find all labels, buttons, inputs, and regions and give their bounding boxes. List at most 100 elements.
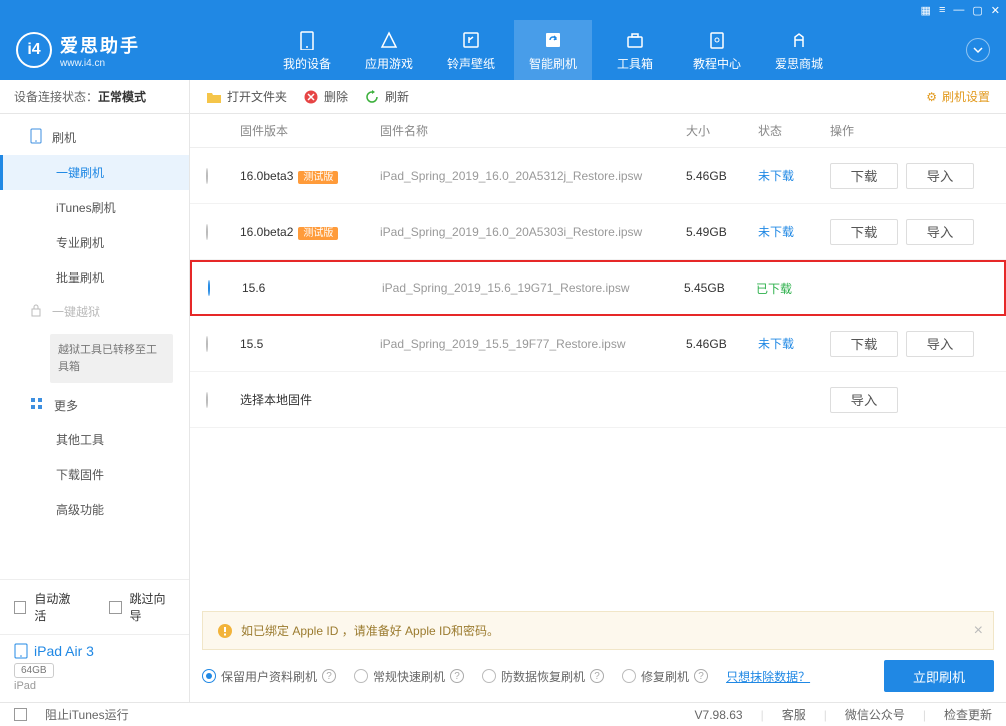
help-icon[interactable]: ?	[694, 669, 708, 683]
window-titlebar: ▦ ≡ — ▢ ✕	[0, 0, 1006, 20]
flash-option[interactable]: 保留用户资料刷机?	[202, 668, 336, 685]
app-logo: i4 爱思助手 www.i4.cn	[16, 32, 140, 69]
firmware-size: 5.45GB	[684, 281, 756, 295]
device-connection-status: 设备连接状态： 正常模式	[0, 80, 189, 114]
titlebar-grid-icon[interactable]: ▦	[921, 4, 931, 17]
more-icon	[30, 397, 44, 414]
nav-icon	[788, 29, 810, 51]
side-item-一键刷机[interactable]: 一键刷机	[0, 155, 189, 190]
tablet-icon	[14, 643, 28, 659]
window-maximize-icon[interactable]: ▢	[972, 4, 982, 17]
block-itunes-checkbox[interactable]	[14, 708, 27, 721]
firmware-row[interactable]: 16.0beta2测试版iPad_Spring_2019_16.0_20A530…	[190, 204, 1006, 260]
firmware-filename: iPad_Spring_2019_15.6_19G71_Restore.ipsw	[382, 281, 684, 295]
import-button[interactable]: 导入	[906, 219, 974, 245]
flash-radio[interactable]	[622, 669, 636, 683]
import-button[interactable]: 导入	[906, 163, 974, 189]
flash-option[interactable]: 防数据恢复刷机?	[482, 668, 604, 685]
col-name: 固件名称	[380, 122, 686, 139]
firmware-version: 选择本地固件	[240, 391, 380, 408]
erase-data-link[interactable]: 只想抹除数据？	[726, 668, 810, 685]
status-bar: 阻止iTunes运行 V7.98.63 | 客服 | 微信公众号 | 检查更新	[0, 702, 1006, 726]
firmware-version: 15.6	[242, 281, 382, 295]
nav-应用游戏[interactable]: 应用游戏	[350, 20, 428, 80]
import-button[interactable]: 导入	[906, 331, 974, 357]
firmware-row[interactable]: 15.6iPad_Spring_2019_15.6_19G71_Restore.…	[190, 260, 1006, 316]
firmware-row[interactable]: 16.0beta3测试版iPad_Spring_2019_16.0_20A531…	[190, 148, 1006, 204]
side-item-专业刷机[interactable]: 专业刷机	[0, 225, 189, 260]
side-item-其他工具[interactable]: 其他工具	[0, 422, 189, 457]
nav-我的设备[interactable]: 我的设备	[268, 20, 346, 80]
status-value: 正常模式	[98, 88, 146, 105]
row-radio[interactable]	[206, 224, 208, 240]
import-button[interactable]: 导入	[830, 387, 898, 413]
flash-radio[interactable]	[202, 669, 216, 683]
flash-radio[interactable]	[482, 669, 496, 683]
nav-icon	[378, 29, 400, 51]
side-group-更多[interactable]: 更多	[0, 389, 189, 422]
nav-爱思商城[interactable]: 爱思商城	[760, 20, 838, 80]
open-folder-button[interactable]: 打开文件夹	[206, 88, 287, 105]
flash-now-button[interactable]: 立即刷机	[884, 660, 994, 692]
download-button[interactable]: 下载	[830, 331, 898, 357]
logo-icon: i4	[16, 32, 52, 68]
flash-option[interactable]: 常规快速刷机?	[354, 668, 464, 685]
flash-radio[interactable]	[354, 669, 368, 683]
side-item-iTunes刷机[interactable]: iTunes刷机	[0, 190, 189, 225]
nav-智能刷机[interactable]: 智能刷机	[514, 20, 592, 80]
nav-工具箱[interactable]: 工具箱	[596, 20, 674, 80]
firmware-status: 未下载	[758, 223, 830, 240]
auto-activate-checkbox[interactable]	[14, 601, 26, 614]
side-item-下载固件[interactable]: 下载固件	[0, 457, 189, 492]
apple-id-notice: 如已绑定 Apple ID ，请准备好 Apple ID和密码。 ×	[202, 611, 994, 650]
nav-教程中心[interactable]: 教程中心	[678, 20, 756, 80]
refresh-button[interactable]: 刷新	[364, 88, 409, 105]
footer-support[interactable]: 客服	[782, 706, 806, 723]
help-icon[interactable]: ?	[450, 669, 464, 683]
nav-icon	[542, 29, 564, 51]
firmware-filename: iPad_Spring_2019_16.0_20A5303i_Restore.i…	[380, 225, 686, 239]
device-capacity: 64GB	[14, 663, 54, 678]
firmware-size: 5.46GB	[686, 337, 758, 351]
row-radio[interactable]	[206, 336, 208, 352]
titlebar-menu-icon[interactable]: ≡	[939, 4, 945, 16]
window-close-icon[interactable]: ✕	[991, 4, 1000, 17]
delete-button[interactable]: 删除	[303, 88, 348, 105]
sidebar-nav: 刷机一键刷机iTunes刷机专业刷机批量刷机一键越狱越狱工具已转移至工具箱更多其…	[0, 114, 189, 579]
flash-option[interactable]: 修复刷机?	[622, 668, 708, 685]
footer-wechat[interactable]: 微信公众号	[845, 706, 905, 723]
folder-icon	[206, 89, 222, 105]
skip-guide-checkbox[interactable]	[109, 601, 121, 614]
firmware-filename: iPad_Spring_2019_16.0_20A5312j_Restore.i…	[380, 169, 686, 183]
side-group-一键越狱[interactable]: 一键越狱	[0, 295, 189, 328]
nav-铃声壁纸[interactable]: 铃声壁纸	[432, 20, 510, 80]
window-minimize-icon[interactable]: —	[953, 4, 964, 16]
col-status: 状态	[758, 122, 830, 139]
row-radio[interactable]	[206, 168, 208, 184]
device-name[interactable]: iPad Air 3	[14, 643, 175, 659]
notice-text: 如已绑定 Apple ID ，请准备好 Apple ID和密码。	[241, 622, 499, 639]
download-button[interactable]: 下载	[830, 163, 898, 189]
firmware-row[interactable]: 15.5iPad_Spring_2019_15.5_19F77_Restore.…	[190, 316, 1006, 372]
nav-icon	[706, 29, 728, 51]
footer-update[interactable]: 检查更新	[944, 706, 992, 723]
nav-icon	[460, 29, 482, 51]
side-item-高级功能[interactable]: 高级功能	[0, 492, 189, 527]
side-item-批量刷机[interactable]: 批量刷机	[0, 260, 189, 295]
sidebar: 设备连接状态： 正常模式 刷机一键刷机iTunes刷机专业刷机批量刷机一键越狱越…	[0, 80, 190, 702]
row-radio[interactable]	[206, 392, 208, 408]
header-dropdown-icon[interactable]	[966, 38, 990, 62]
beta-badge: 测试版	[298, 227, 338, 240]
app-header: i4 爱思助手 www.i4.cn 我的设备应用游戏铃声壁纸智能刷机工具箱教程中…	[0, 20, 1006, 80]
side-group-刷机[interactable]: 刷机	[0, 120, 189, 155]
help-icon[interactable]: ?	[590, 669, 604, 683]
flash-settings-button[interactable]: ⚙ 刷机设置	[926, 88, 990, 105]
row-radio[interactable]	[208, 280, 210, 296]
notice-close-icon[interactable]: ×	[974, 622, 983, 640]
firmware-version: 16.0beta2测试版	[240, 224, 380, 239]
firmware-row[interactable]: 选择本地固件 导入	[190, 372, 1006, 428]
skip-guide-label: 跳过向导	[130, 590, 175, 624]
help-icon[interactable]: ?	[322, 669, 336, 683]
lock-icon	[30, 303, 42, 320]
download-button[interactable]: 下载	[830, 219, 898, 245]
